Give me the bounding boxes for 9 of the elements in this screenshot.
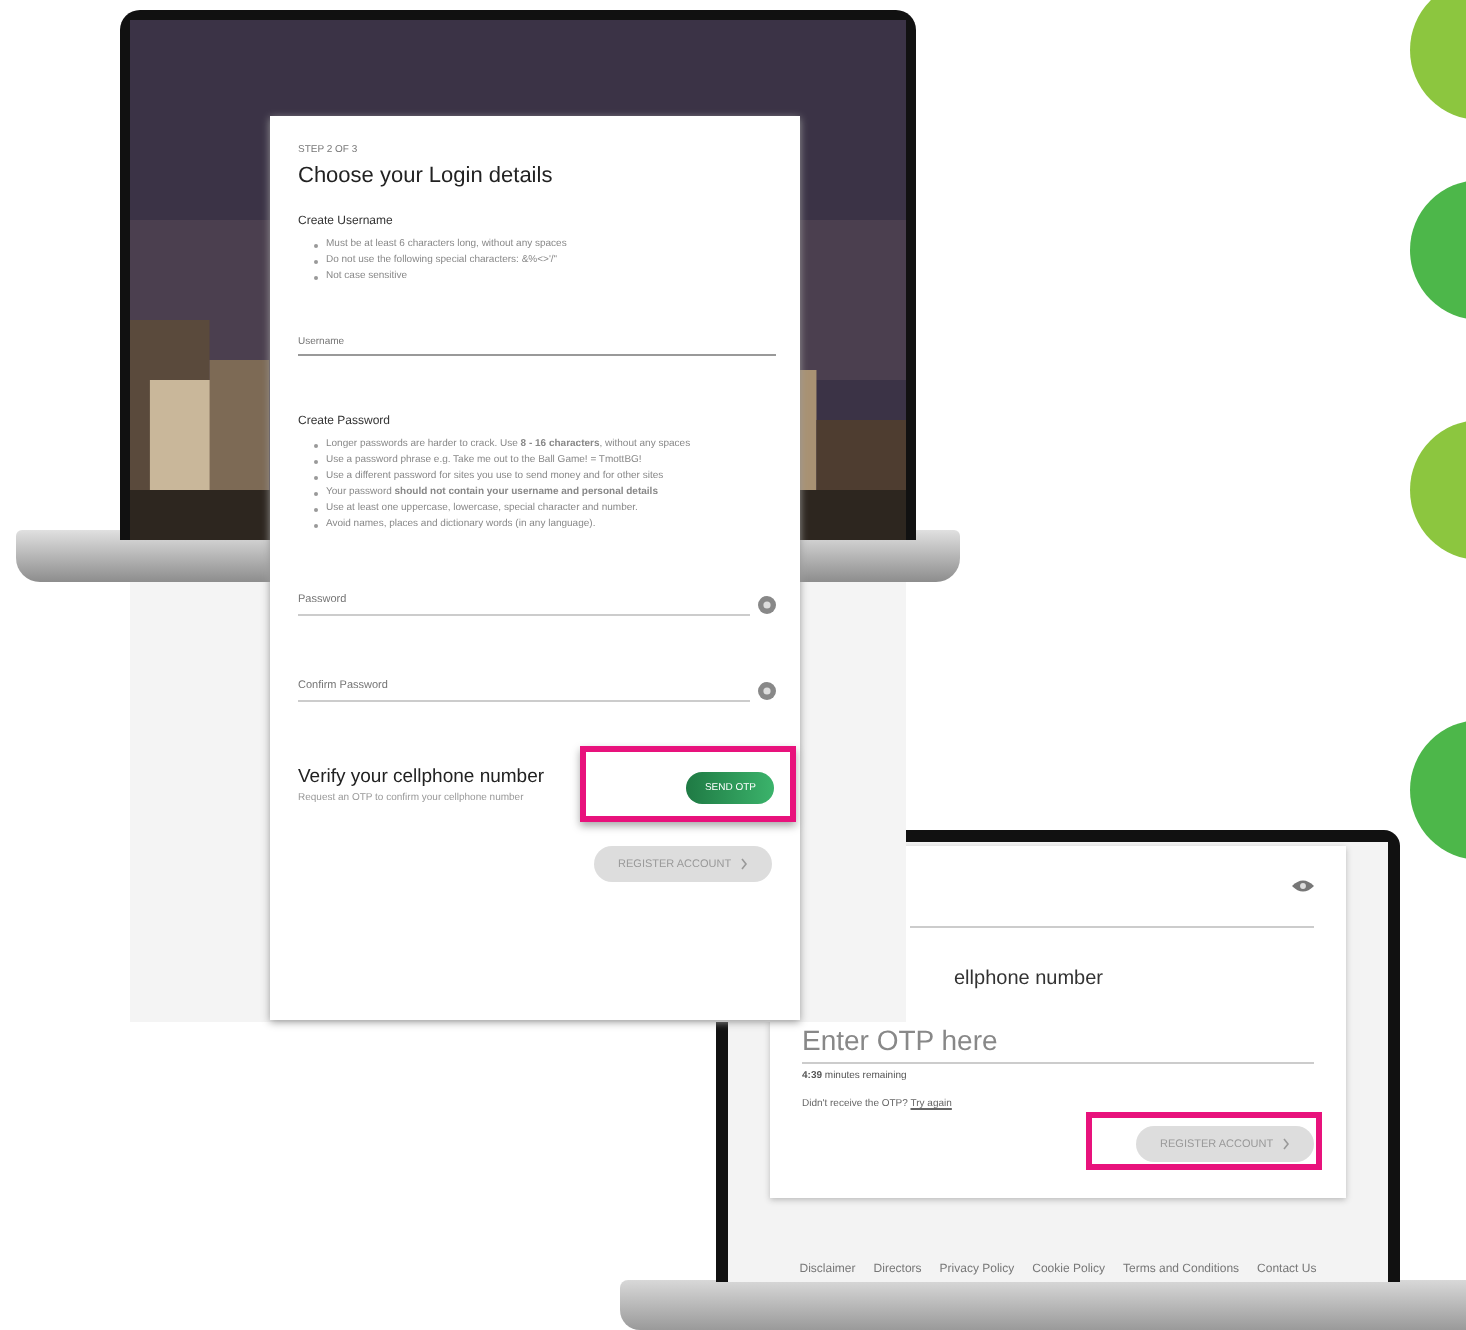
eye-icon (1292, 878, 1314, 894)
section-heading: ellphone number (954, 968, 1103, 990)
chevron-icon (1282, 1138, 1290, 1150)
chevron-icon (740, 858, 748, 870)
section-heading: Verify your cellphone number (298, 765, 545, 787)
form-title: Choose your Login details (298, 164, 553, 188)
otp-field[interactable]: Enter OTP here (802, 1022, 1314, 1064)
eye-icon (758, 596, 776, 614)
eye-icon (758, 682, 776, 700)
